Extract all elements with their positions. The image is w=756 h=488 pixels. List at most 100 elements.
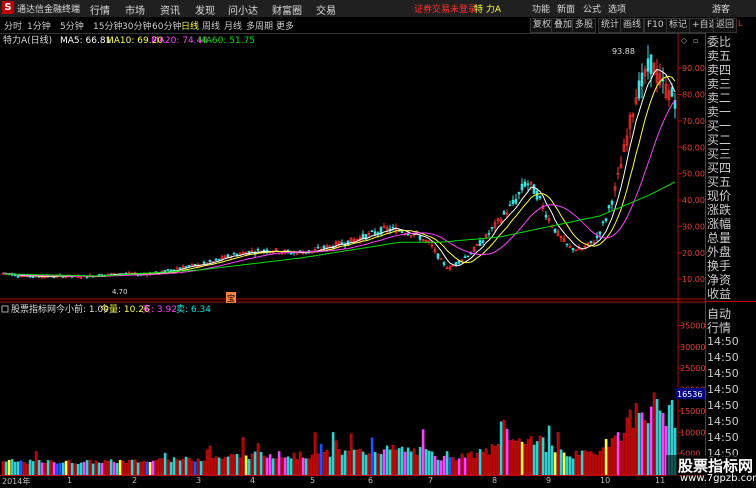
volume-bar	[628, 409, 632, 475]
volume-bar	[550, 445, 554, 475]
menu-options[interactable]: 选项	[608, 2, 626, 15]
price-tick-label: 40.00	[682, 196, 705, 205]
tab-quote[interactable]: 行情	[707, 319, 731, 336]
candle-body	[436, 253, 440, 259]
volume-bar	[595, 455, 599, 475]
period-tab-timeshare[interactable]: 分时	[4, 19, 22, 32]
menu-formula[interactable]: 公式	[583, 2, 601, 15]
volume-bar	[616, 432, 620, 475]
period-tab-30min[interactable]: 30分钟	[122, 19, 151, 32]
menu-wealth[interactable]: 财富圈	[272, 2, 302, 17]
menu-ask[interactable]: 问小达	[228, 2, 258, 17]
volume-bar	[634, 403, 638, 475]
volume-bar	[55, 463, 59, 475]
period-tab-monthly[interactable]: 月线	[224, 19, 242, 32]
candle-body	[523, 181, 527, 187]
stats-button[interactable]: 统计	[598, 18, 623, 33]
volume-bar	[229, 454, 233, 475]
price-tick-label: 50.00	[682, 170, 705, 179]
candle-body	[610, 200, 614, 205]
volume-bar	[133, 459, 137, 475]
candle-body	[487, 232, 491, 235]
volume-bar	[64, 460, 68, 475]
menu-function[interactable]: 功能	[532, 2, 550, 15]
volume-bar	[643, 420, 647, 475]
login-notice[interactable]: 证券交易未登录	[414, 2, 477, 15]
chart-options-icon[interactable]: ◇	[681, 36, 688, 45]
app-logo-icon: S	[2, 1, 14, 14]
site-watermark: 股票指标网 www.7gpzb.com	[666, 455, 756, 487]
volume-bar	[448, 457, 452, 475]
draw-line-button[interactable]: 画线	[620, 18, 645, 33]
indicator-select-icon[interactable]	[1, 305, 9, 313]
volume-bar	[118, 460, 122, 475]
volume-bar	[241, 437, 245, 475]
volume-bar	[343, 450, 347, 475]
volume-bar	[208, 445, 212, 475]
menu-news[interactable]: 资讯	[160, 2, 180, 17]
user-label[interactable]: 游客	[712, 2, 730, 15]
volume-bar	[535, 441, 539, 475]
kline-chart[interactable]: 90.00 80.00 70.00 60.00 50.00 40.00 30.00 20.00…	[0, 33, 705, 475]
volume-bar	[577, 455, 581, 475]
period-tab-weekly[interactable]: 周线	[202, 19, 220, 32]
back-button[interactable]: 返回	[713, 18, 738, 33]
volume-bar	[142, 460, 146, 475]
volume-bar	[661, 412, 665, 475]
volume-bar	[370, 437, 374, 475]
volume-bar	[31, 461, 35, 475]
x-label-3: 3	[196, 476, 202, 485]
menu-quotes[interactable]: 行情	[90, 2, 110, 17]
ma5-label: MA5: 66.81	[60, 36, 111, 46]
candle-body	[535, 190, 539, 200]
menu-discover[interactable]: 发现	[195, 2, 215, 17]
period-tab-5min[interactable]: 5分钟	[60, 19, 84, 32]
mark-button[interactable]: 标记	[666, 18, 691, 33]
period-tab-15min[interactable]: 15分钟	[93, 19, 122, 32]
period-tab-60min[interactable]: 60分钟	[152, 19, 181, 32]
volume-bar	[277, 451, 281, 475]
price-tick-label: 20.00	[682, 249, 705, 258]
tick-time: 14:50	[707, 367, 739, 380]
volume-bar	[145, 461, 149, 475]
volume-bar	[157, 458, 161, 475]
menu-new-page[interactable]: 新面	[557, 2, 575, 15]
volume-bar	[136, 462, 140, 475]
volume-bar	[631, 427, 635, 475]
volume-bar	[472, 458, 476, 475]
volume-bar	[652, 392, 656, 475]
volume-bar	[115, 463, 119, 475]
volume-bar	[121, 460, 125, 475]
volume-bar	[337, 449, 341, 475]
volume-bar	[574, 450, 578, 475]
volume-bar	[259, 451, 263, 475]
volume-bar	[553, 452, 557, 475]
volume-bar	[211, 458, 215, 475]
volume-bar	[28, 459, 32, 475]
volume-bar	[58, 462, 62, 475]
x-label-9: 9	[546, 476, 552, 485]
volume-bar	[193, 461, 197, 475]
period-tab-1min[interactable]: 1分钟	[27, 19, 51, 32]
chart-collapse-icon[interactable]: ▫	[693, 36, 698, 45]
period-tab-multi[interactable]: 多周期	[246, 19, 273, 32]
chart-area[interactable]: 90.00 80.00 70.00 60.00 50.00 40.00 30.00 20.00…	[0, 33, 705, 475]
period-tab-daily[interactable]: 日线	[181, 19, 199, 32]
volume-bar	[85, 460, 89, 475]
volume-bar	[355, 450, 359, 475]
f10-button[interactable]: F10	[644, 18, 667, 33]
volume-bar	[409, 451, 413, 475]
candle-body	[178, 267, 182, 270]
volume-bar	[127, 460, 131, 475]
volume-bar	[559, 449, 563, 475]
menu-trade[interactable]: 交易	[316, 2, 336, 17]
volume-bar	[613, 435, 617, 475]
menu-market[interactable]: 市场	[125, 2, 145, 17]
period-tab-more[interactable]: 更多	[276, 19, 294, 32]
volume-bar	[451, 457, 455, 475]
volume-bar	[106, 461, 110, 475]
quote-panel[interactable]: L 委比 卖五 卖四 卖三 卖二 卖一 买一 买二 买三 买四 买五 现价 涨跌…	[705, 19, 756, 487]
candle-body	[508, 204, 512, 207]
multi-stock-button[interactable]: 多股	[572, 18, 597, 33]
volume-bar	[37, 460, 41, 475]
